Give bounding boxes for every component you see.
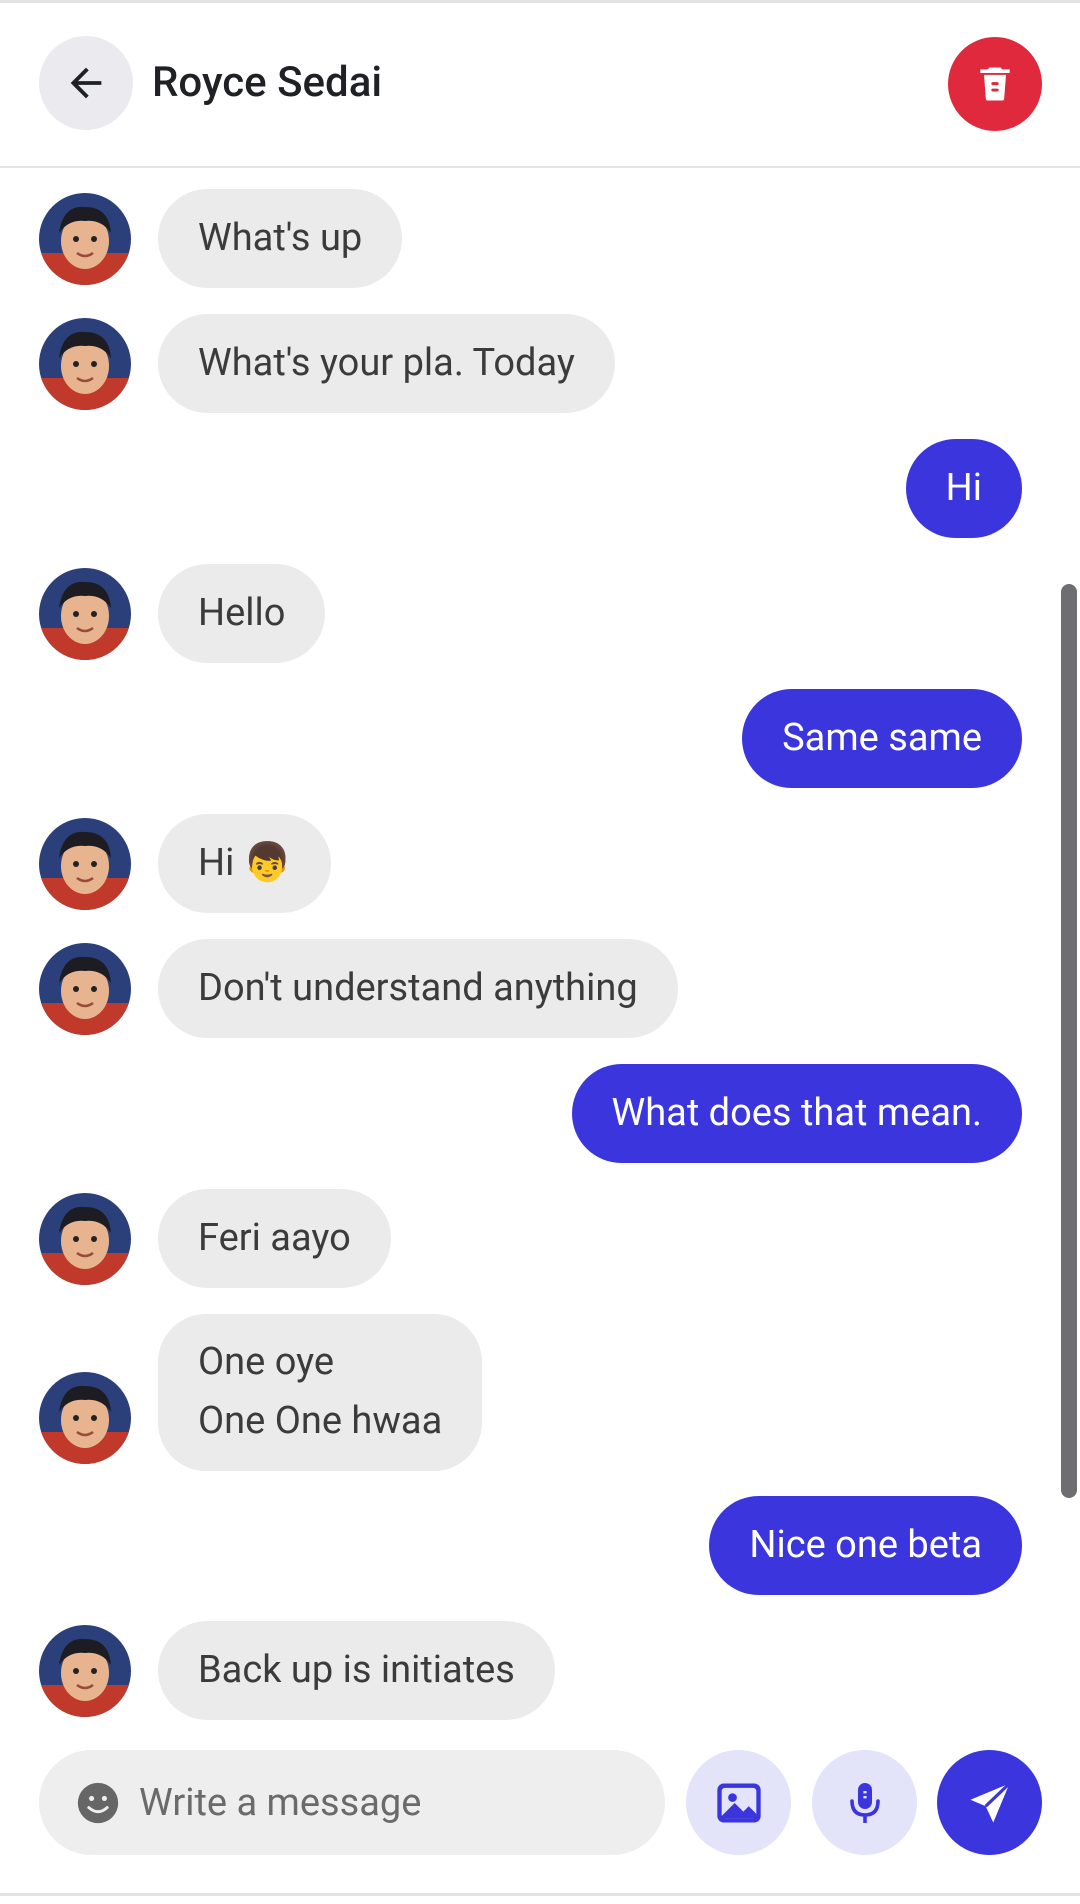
- bottom-divider: [0, 1893, 1080, 1896]
- message-input[interactable]: [139, 1770, 639, 1835]
- message-bubble[interactable]: Nice one beta: [709, 1496, 1022, 1595]
- avatar: [39, 818, 131, 910]
- avatar: [39, 1193, 131, 1285]
- message-bubble[interactable]: Don't understand anything: [158, 939, 678, 1038]
- avatar: [39, 568, 131, 660]
- attach-image-button[interactable]: [686, 1750, 791, 1855]
- arrow-left-icon: [70, 67, 102, 99]
- image-icon: [716, 1783, 761, 1822]
- message-bubble[interactable]: What's your pla. Today: [158, 314, 615, 413]
- message-list[interactable]: What's up What's your pla. Today Hi Hell…: [0, 170, 1080, 1725]
- chat-header: Royce Sedai: [0, 3, 1080, 168]
- message-bubble[interactable]: Feri aayo: [158, 1189, 391, 1288]
- avatar: [39, 193, 131, 285]
- back-button[interactable]: [39, 36, 133, 130]
- avatar: [39, 1372, 131, 1464]
- message-bubble[interactable]: Hi: [905, 439, 1022, 538]
- voice-message-button[interactable]: [812, 1750, 917, 1855]
- mic-icon: [849, 1782, 880, 1823]
- avatar: [39, 318, 131, 410]
- message-line: One oye: [198, 1340, 334, 1384]
- delete-chat-button[interactable]: [948, 37, 1042, 131]
- message-bubble[interactable]: Hello: [158, 564, 326, 663]
- avatar: [39, 1625, 131, 1717]
- message-bubble[interactable]: Back up is initiates: [158, 1621, 555, 1720]
- avatar: [39, 943, 131, 1035]
- emoji-icon[interactable]: [76, 1781, 120, 1825]
- send-button[interactable]: [937, 1750, 1042, 1855]
- message-bubble[interactable]: What does that mean.: [571, 1064, 1022, 1163]
- message-bubble[interactable]: What's up: [158, 189, 403, 288]
- message-bubble-multiline[interactable]: One oye One One hwaa: [158, 1314, 483, 1471]
- scrollbar[interactable]: [1061, 584, 1077, 1498]
- message-composer[interactable]: [39, 1750, 665, 1855]
- message-bubble[interactable]: Hi 👦: [158, 814, 332, 913]
- send-icon: [970, 1781, 1011, 1822]
- message-bubble[interactable]: Same same: [742, 689, 1022, 788]
- trash-icon: [980, 67, 1010, 101]
- chat-title: Royce Sedai: [152, 58, 383, 107]
- message-line: One One hwaa: [198, 1399, 443, 1443]
